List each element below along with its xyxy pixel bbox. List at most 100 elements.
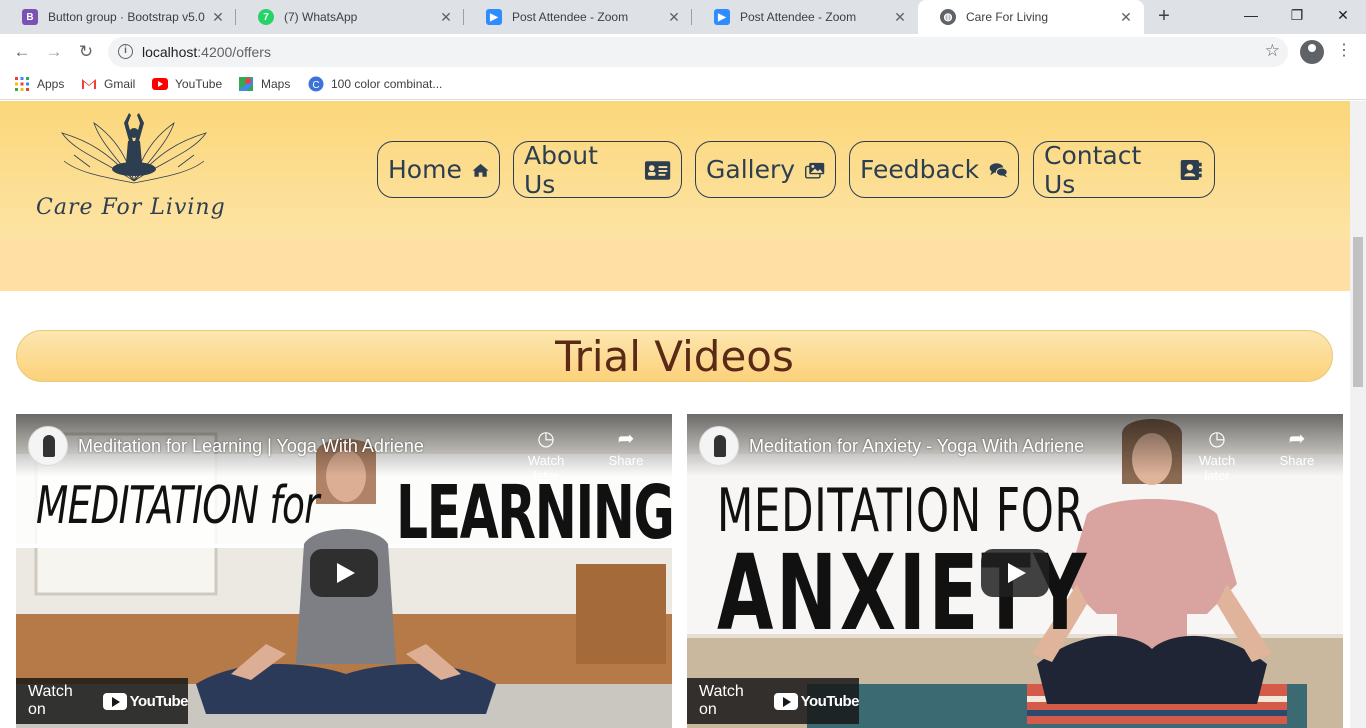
browser-tab[interactable]: B Button group · Bootstrap v5.0 ✕ bbox=[0, 0, 236, 34]
new-tab-icon[interactable]: + bbox=[1152, 5, 1176, 29]
nav-label: About Us bbox=[524, 140, 598, 199]
bookmarks-bar: Apps Gmail YouTube Maps C 100 color comb… bbox=[0, 70, 1366, 100]
page-scrollbar[interactable] bbox=[1350, 101, 1366, 728]
comments-icon bbox=[989, 162, 1008, 177]
section-title: Trial Videos bbox=[555, 332, 794, 381]
browser-tab[interactable]: ▶ Post Attendee - Zoom ✕ bbox=[464, 0, 692, 34]
zoom-icon: ▶ bbox=[486, 9, 502, 25]
close-tab-icon[interactable]: ✕ bbox=[210, 9, 226, 26]
tab-title: Post Attendee - Zoom bbox=[512, 10, 629, 24]
browser-tab[interactable]: ▶ Post Attendee - Zoom ✕ bbox=[692, 0, 918, 34]
zoom-icon: ▶ bbox=[714, 9, 730, 25]
site-header: Care For Living Home About Us Gallery Fe… bbox=[0, 101, 1350, 291]
nav-label: Home bbox=[388, 155, 462, 184]
nav-about-button[interactable]: About Us bbox=[513, 140, 682, 199]
play-button-icon[interactable] bbox=[310, 549, 378, 597]
watch-later-label: Watch later bbox=[1198, 453, 1236, 483]
profile-avatar-icon[interactable] bbox=[1300, 40, 1324, 64]
share-label: Share bbox=[1279, 453, 1315, 468]
watch-on-youtube-button[interactable]: Watch on YouTube bbox=[687, 678, 860, 724]
channel-avatar[interactable] bbox=[28, 426, 68, 466]
tab-title: Button group · Bootstrap v5.0 bbox=[48, 10, 205, 24]
browser-toolbar: ← → ↻ i localhost:4200/offers ☆ ⋮ bbox=[0, 34, 1366, 70]
share-arrow-icon: ➦ bbox=[1288, 428, 1306, 450]
platform-label: YouTube bbox=[800, 692, 860, 710]
nav-label: Feedback bbox=[860, 155, 980, 184]
nav-home-button[interactable]: Home bbox=[377, 141, 500, 198]
back-icon[interactable]: ← bbox=[10, 40, 34, 64]
section-title-banner: Trial Videos bbox=[16, 330, 1333, 382]
home-icon bbox=[472, 163, 489, 177]
clock-icon: ◷ bbox=[1208, 428, 1226, 450]
tab-title: (7) WhatsApp bbox=[284, 10, 358, 24]
close-window-icon[interactable]: ✕ bbox=[1320, 0, 1366, 34]
platform-label: YouTube bbox=[129, 692, 189, 710]
play-button-icon[interactable] bbox=[981, 549, 1049, 597]
bookmark-color-combinations[interactable]: C 100 color combinat... bbox=[308, 76, 442, 92]
youtube-logo-icon bbox=[102, 692, 127, 710]
bookmark-label: Maps bbox=[261, 77, 291, 91]
restore-icon[interactable]: ❐ bbox=[1274, 0, 1320, 34]
apps-grid-icon bbox=[15, 77, 29, 91]
close-tab-icon[interactable]: ✕ bbox=[666, 9, 682, 26]
nav-label: Gallery bbox=[706, 155, 796, 184]
video-player-1[interactable]: MEDITATION for LEARNING Meditation for L… bbox=[16, 414, 672, 728]
minimize-icon[interactable]: — bbox=[1228, 0, 1274, 34]
reload-icon[interactable]: ↻ bbox=[74, 40, 98, 64]
bookmark-star-icon[interactable]: ☆ bbox=[1265, 41, 1280, 61]
share-button[interactable]: ➦ Share bbox=[1267, 426, 1327, 468]
video-title[interactable]: Meditation for Anxiety - Yoga With Adrie… bbox=[749, 436, 1084, 457]
channel-avatar[interactable] bbox=[699, 426, 739, 466]
page-viewport: Care For Living Home About Us Gallery Fe… bbox=[0, 101, 1350, 728]
images-icon bbox=[805, 162, 825, 179]
tab-title: Post Attendee - Zoom bbox=[740, 10, 857, 24]
video-title[interactable]: Meditation for Learning | Yoga With Adri… bbox=[78, 436, 424, 457]
lotus-meditation-logo-icon bbox=[61, 113, 207, 184]
url-text[interactable]: localhost:4200/offers bbox=[142, 44, 271, 60]
thumbnail-text-line1: MEDITATION for bbox=[36, 476, 320, 536]
svg-text:C: C bbox=[312, 80, 319, 91]
globe-icon: ◍ bbox=[940, 9, 956, 25]
bookmark-maps[interactable]: Maps bbox=[238, 76, 290, 92]
clock-icon: ◷ bbox=[537, 428, 555, 450]
youtube-icon bbox=[152, 78, 168, 90]
video-player-2[interactable]: MEDITATION FOR ANXIETY Meditation for An… bbox=[687, 414, 1343, 728]
site-logo[interactable]: Care For Living bbox=[34, 111, 234, 226]
bootstrap-icon: B bbox=[22, 9, 38, 25]
share-arrow-icon: ➦ bbox=[617, 428, 635, 450]
watch-later-label: Watch later bbox=[527, 453, 565, 483]
forward-icon[interactable]: → bbox=[42, 40, 66, 64]
browser-tab-active[interactable]: ◍ Care For Living ✕ bbox=[918, 0, 1144, 34]
id-card-icon bbox=[644, 160, 671, 180]
share-button[interactable]: ➦ Share bbox=[596, 426, 656, 468]
address-bar[interactable]: i localhost:4200/offers ☆ bbox=[108, 37, 1288, 67]
bookmark-label: YouTube bbox=[175, 77, 223, 91]
share-label: Share bbox=[608, 453, 644, 468]
url-host: localhost bbox=[142, 44, 198, 60]
watch-on-label: Watch on bbox=[699, 683, 744, 718]
gmail-icon bbox=[82, 79, 96, 89]
close-tab-icon[interactable]: ✕ bbox=[892, 9, 908, 26]
browser-menu-icon[interactable]: ⋮ bbox=[1336, 40, 1352, 60]
watch-later-button[interactable]: ◷ Watch later bbox=[516, 426, 576, 483]
bookmark-gmail[interactable]: Gmail bbox=[81, 76, 135, 92]
nav-contact-button[interactable]: Contact Us bbox=[1033, 141, 1215, 199]
address-book-icon bbox=[1181, 159, 1203, 180]
bookmark-apps[interactable]: Apps bbox=[14, 76, 64, 92]
bookmark-label: Apps bbox=[37, 77, 65, 91]
bookmark-youtube[interactable]: YouTube bbox=[152, 76, 222, 92]
watch-on-youtube-button[interactable]: Watch on YouTube bbox=[16, 678, 189, 724]
scrollbar-thumb[interactable] bbox=[1353, 237, 1363, 387]
nav-feedback-button[interactable]: Feedback bbox=[849, 141, 1019, 198]
site-info-icon[interactable]: i bbox=[118, 44, 133, 59]
close-tab-icon[interactable]: ✕ bbox=[1118, 9, 1134, 26]
youtube-logo-icon bbox=[773, 692, 798, 710]
browser-tab-strip: B Button group · Bootstrap v5.0 ✕ 7 (7) … bbox=[0, 0, 1366, 34]
browser-tab[interactable]: 7 (7) WhatsApp ✕ bbox=[236, 0, 464, 34]
whatsapp-icon: 7 bbox=[258, 9, 274, 25]
watch-later-button[interactable]: ◷ Watch later bbox=[1187, 426, 1247, 483]
nav-gallery-button[interactable]: Gallery bbox=[695, 141, 836, 198]
maps-icon bbox=[239, 77, 253, 91]
tab-title: Care For Living bbox=[966, 10, 1049, 24]
close-tab-icon[interactable]: ✕ bbox=[438, 9, 454, 26]
